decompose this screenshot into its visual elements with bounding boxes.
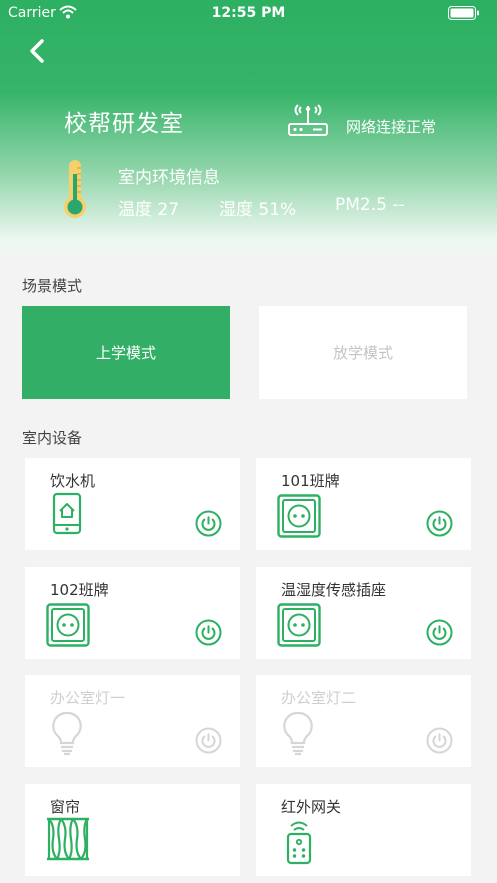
- bulb-icon: [52, 711, 82, 756]
- device-card-office-light-2[interactable]: 办公室灯二: [256, 675, 471, 767]
- power-button-icon[interactable]: [426, 619, 453, 646]
- socket-icon: [277, 603, 321, 647]
- device-section-title: 室内设备: [22, 429, 83, 447]
- power-button-icon[interactable]: [195, 510, 222, 537]
- remote-icon: [286, 821, 312, 865]
- device-card-curtain[interactable]: 窗帘: [25, 784, 240, 876]
- power-button-icon[interactable]: [195, 727, 222, 754]
- bulb-icon: [283, 711, 313, 756]
- clock: 12:55 PM: [211, 5, 286, 21]
- socket-icon: [277, 494, 321, 538]
- room-name: 校帮研发室: [64, 111, 184, 137]
- scene-section-title: 场景模式: [22, 277, 83, 295]
- network-status: 网络连接正常: [346, 118, 437, 136]
- curtain-icon: [47, 817, 89, 861]
- pm25-value: PM2.5 --: [335, 195, 405, 215]
- device-card-ir-gateway[interactable]: 红外网关: [256, 784, 471, 876]
- phone-home-icon: [52, 492, 82, 535]
- device-name: 101班牌: [281, 472, 340, 490]
- device-name: 红外网关: [281, 798, 342, 816]
- device-card-sensor-socket[interactable]: 温湿度传感插座: [256, 567, 471, 659]
- back-arrow-icon[interactable]: [26, 38, 50, 64]
- router-icon: [288, 104, 328, 136]
- device-name: 温湿度传感插座: [281, 581, 387, 599]
- power-button-icon[interactable]: [195, 619, 222, 646]
- device-card-water-dispenser[interactable]: 饮水机: [25, 458, 240, 550]
- device-name: 办公室灯二: [281, 689, 357, 707]
- device-name: 102班牌: [50, 581, 109, 599]
- temperature-value: 温度 27: [118, 200, 180, 220]
- status-bar: Carrier 12:55 PM: [0, 0, 497, 26]
- device-name: 窗帘: [50, 798, 81, 816]
- scene-after-school-mode-button[interactable]: 放学模式: [259, 306, 467, 399]
- battery-icon: [448, 6, 479, 20]
- device-name: 办公室灯一: [50, 689, 126, 707]
- scene-school-mode-button[interactable]: 上学模式: [22, 306, 230, 399]
- thermometer-icon: [64, 160, 86, 218]
- socket-icon: [46, 603, 90, 647]
- device-card-102-board[interactable]: 102班牌: [25, 567, 240, 659]
- power-button-icon[interactable]: [426, 727, 453, 754]
- device-card-office-light-1[interactable]: 办公室灯一: [25, 675, 240, 767]
- device-name: 饮水机: [50, 472, 96, 490]
- power-button-icon[interactable]: [426, 510, 453, 537]
- device-card-101-board[interactable]: 101班牌: [256, 458, 471, 550]
- env-title: 室内环境信息: [118, 168, 220, 188]
- humidity-value: 湿度 51%: [219, 200, 297, 220]
